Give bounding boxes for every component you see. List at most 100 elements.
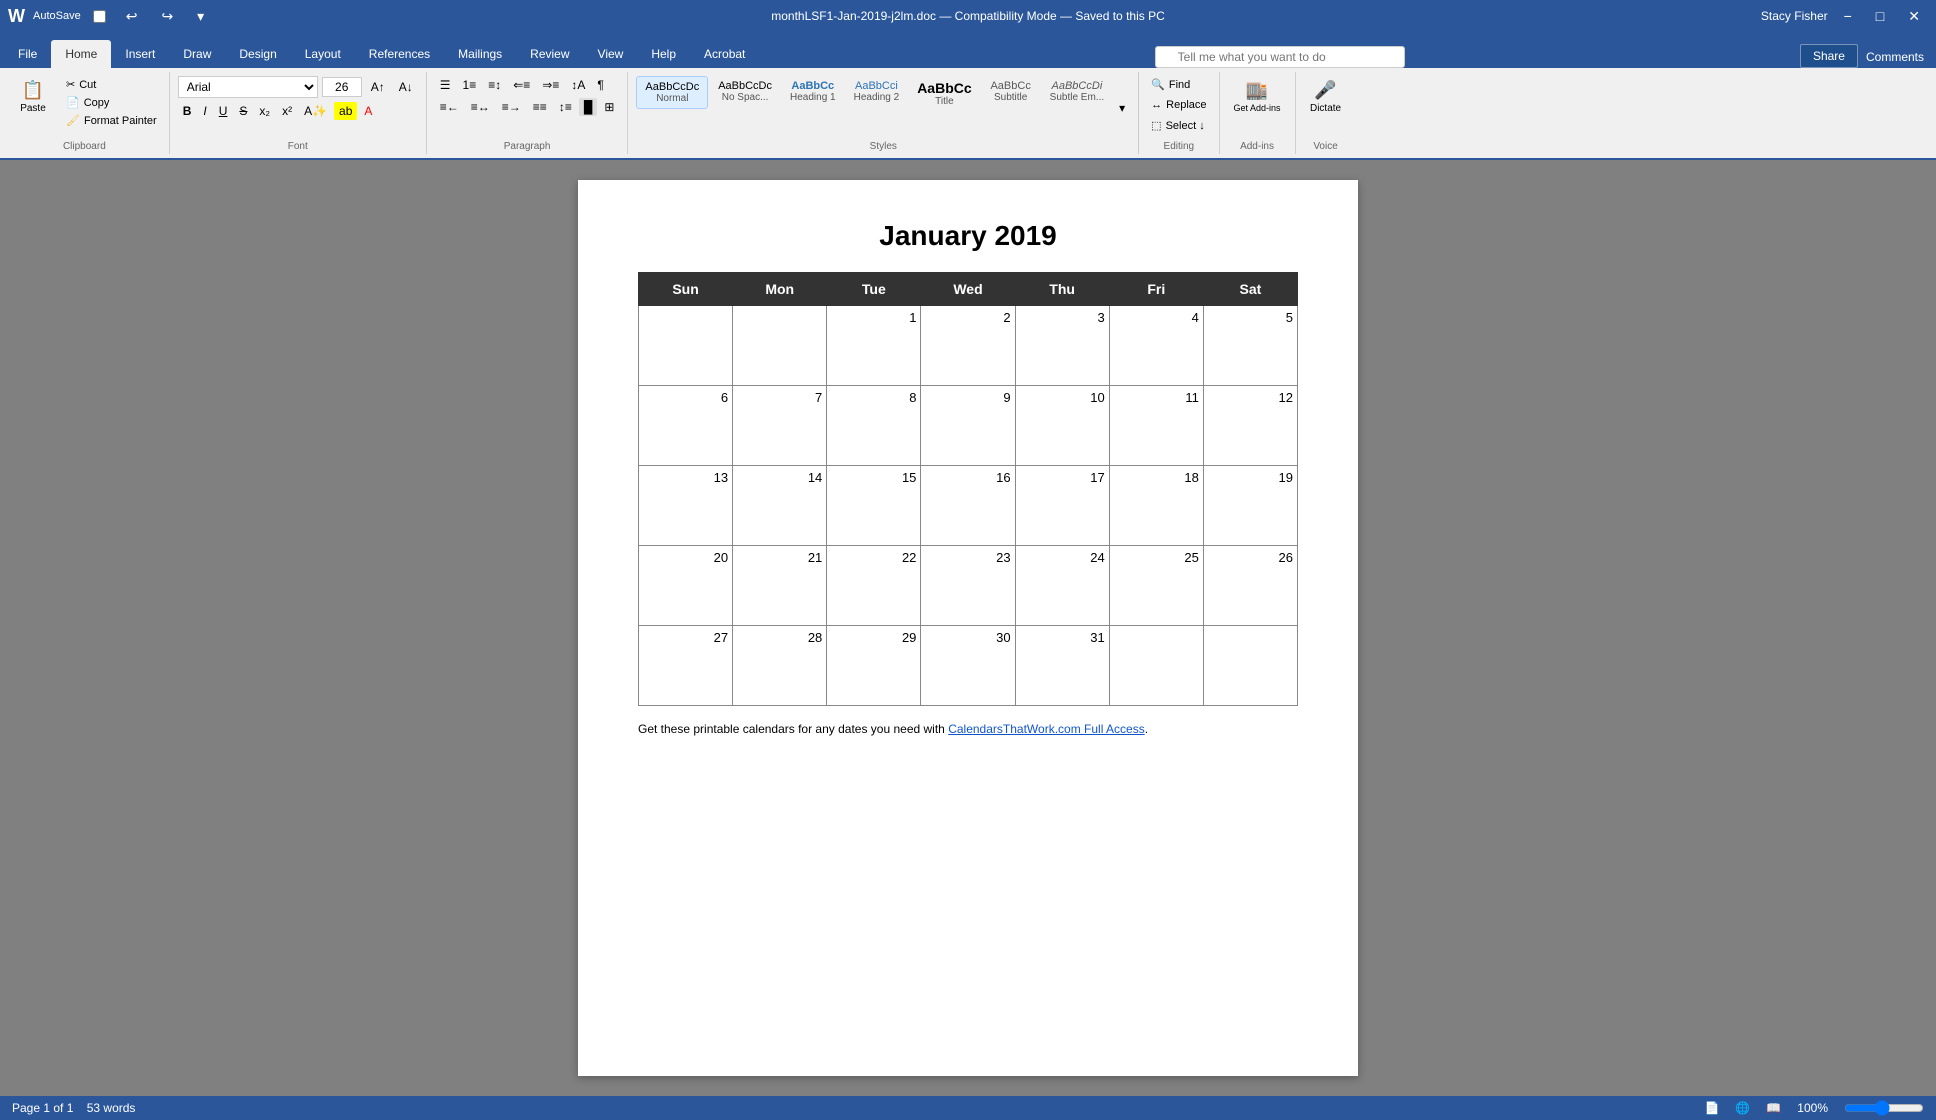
redo-btn[interactable]: ↪ (153, 4, 181, 29)
style-heading1[interactable]: AaBbCc Heading 1 (782, 76, 844, 107)
calendar-cell: 15 (827, 466, 921, 546)
restore-btn[interactable]: □ (1868, 4, 1892, 28)
calendar-cell: 17 (1015, 466, 1109, 546)
numbering-button[interactable]: 1≡ (458, 76, 482, 94)
select-button[interactable]: ⬚ Select ↓ (1147, 117, 1209, 134)
paste-icon: 📋 (22, 80, 44, 101)
increase-font-btn[interactable]: A↑ (366, 78, 390, 96)
calendar-table: Sun Mon Tue Wed Thu Fri Sat 123456789101… (638, 272, 1298, 706)
sort-button[interactable]: ↕A (566, 76, 590, 94)
minimize-btn[interactable]: − (1836, 4, 1860, 28)
style-normal[interactable]: AaBbCcDc Normal (636, 76, 708, 109)
user-name: Stacy Fisher (1761, 9, 1828, 23)
calendar-cell: 31 (1015, 626, 1109, 706)
calendar-cell: 14 (733, 466, 827, 546)
superscript-button[interactable]: x² (277, 102, 297, 120)
align-center-button[interactable]: ≡↔ (466, 98, 495, 116)
ribbon-content: 📋 Paste ✂ Cut 📄 Copy 🖌 Format Painter (0, 68, 1936, 158)
cut-button[interactable]: ✂ Cut (62, 76, 161, 93)
styles-label: Styles (870, 139, 897, 154)
shading-button[interactable]: █ (579, 98, 598, 116)
italic-button[interactable]: I (198, 102, 211, 120)
styles-group: AaBbCcDc Normal AaBbCcDc No Spac... AaBb… (628, 72, 1139, 154)
tab-view[interactable]: View (584, 40, 638, 68)
increase-indent-button[interactable]: ⇒≡ (537, 76, 564, 94)
paste-button[interactable]: 📋 Paste (8, 76, 58, 118)
tab-layout[interactable]: Layout (291, 40, 355, 68)
calendar-cell (1203, 626, 1297, 706)
cut-icon: ✂ (66, 78, 75, 91)
align-right-button[interactable]: ≡→ (497, 98, 526, 116)
autosave-toggle[interactable] (93, 10, 106, 23)
tab-references[interactable]: References (355, 40, 444, 68)
undo-btn[interactable]: ↩ (118, 4, 146, 29)
decrease-font-btn[interactable]: A↓ (394, 78, 418, 96)
voice-label: Voice (1313, 139, 1337, 154)
font-color-button[interactable]: A (359, 102, 377, 120)
close-btn[interactable]: ✕ (1900, 4, 1928, 29)
calendar-cell: 22 (827, 546, 921, 626)
customize-btn[interactable]: ▾ (189, 4, 212, 29)
style-heading2[interactable]: AaBbCci Heading 2 (846, 76, 908, 107)
replace-icon: ↔ (1151, 99, 1162, 111)
dictate-button[interactable]: 🎤 Dictate (1304, 76, 1347, 118)
footer-link[interactable]: CalendarsThatWork.com Full Access (948, 722, 1145, 736)
paragraph-label: Paragraph (504, 139, 551, 154)
replace-button[interactable]: ↔ Replace (1147, 97, 1210, 113)
find-button[interactable]: 🔍 Find (1147, 76, 1194, 93)
get-addins-button[interactable]: 🏬 Get Add-ins (1228, 76, 1287, 117)
bold-button[interactable]: B (178, 102, 197, 120)
tab-mailings[interactable]: Mailings (444, 40, 516, 68)
tab-insert[interactable]: Insert (111, 40, 169, 68)
tab-help[interactable]: Help (637, 40, 690, 68)
underline-button[interactable]: U (214, 102, 233, 120)
view-print-icon[interactable]: 📄 (1704, 1101, 1719, 1115)
tab-home[interactable]: Home (51, 40, 111, 68)
tab-file[interactable]: File (4, 40, 51, 68)
calendar-title: January 2019 (638, 220, 1298, 252)
zoom-slider[interactable] (1844, 1100, 1924, 1116)
multilevel-list-button[interactable]: ≡↕ (483, 76, 506, 94)
col-thu: Thu (1015, 273, 1109, 306)
clipboard-small-btns: ✂ Cut 📄 Copy 🖌 Format Painter (62, 76, 161, 129)
subscript-button[interactable]: x₂ (254, 102, 275, 120)
font-size-input[interactable] (322, 77, 362, 97)
format-painter-button[interactable]: 🖌 Format Painter (62, 112, 161, 129)
styles-expand-button[interactable]: ▾ (1114, 99, 1130, 117)
show-formatting-button[interactable]: ¶ (592, 76, 608, 94)
line-spacing-button[interactable]: ↕≡ (554, 98, 577, 116)
footer-note: Get these printable calendars for any da… (638, 722, 1298, 736)
tab-acrobat[interactable]: Acrobat (690, 40, 759, 68)
text-highlight-button[interactable]: ab (334, 102, 357, 120)
style-no-spacing[interactable]: AaBbCcDc No Spac... (710, 76, 780, 107)
borders-button[interactable]: ⊞ (599, 98, 619, 116)
style-subtitle[interactable]: AaBbCc Subtitle (982, 76, 1040, 107)
search-input[interactable] (1155, 46, 1405, 68)
calendar-cell: 21 (733, 546, 827, 626)
bullets-button[interactable]: ☰ (435, 76, 456, 94)
calendar-cell: 6 (639, 386, 733, 466)
tab-design[interactable]: Design (225, 40, 290, 68)
decrease-indent-button[interactable]: ⇐≡ (508, 76, 535, 94)
share-button[interactable]: Share (1800, 44, 1858, 68)
view-web-icon[interactable]: 🌐 (1735, 1101, 1750, 1115)
calendar-cell: 12 (1203, 386, 1297, 466)
style-title[interactable]: AaBbCc Title (909, 76, 979, 111)
align-left-button[interactable]: ≡← (435, 98, 464, 116)
tab-review[interactable]: Review (516, 40, 583, 68)
font-family-select[interactable]: Arial (178, 76, 318, 98)
comments-button[interactable]: Comments (1858, 46, 1932, 68)
justify-button[interactable]: ≡≡ (528, 98, 552, 116)
calendar-cell: 29 (827, 626, 921, 706)
calendar-week-0: 12345 (639, 306, 1298, 386)
text-effects-button[interactable]: A✨ (299, 102, 332, 120)
font-group: Arial A↑ A↓ B I U S x₂ x² A✨ ab A (170, 72, 427, 154)
strikethrough-button[interactable]: S (234, 102, 252, 120)
paragraph-group: ☰ 1≡ ≡↕ ⇐≡ ⇒≡ ↕A ¶ ≡← ≡↔ ≡→ ≡≡ ↕≡ █ ⊞ (427, 72, 629, 154)
style-subtle-em[interactable]: AaBbCcDi Subtle Em... (1042, 76, 1112, 107)
clipboard-group: 📋 Paste ✂ Cut 📄 Copy 🖌 Format Painter (0, 72, 170, 154)
view-read-icon[interactable]: 📖 (1766, 1101, 1781, 1115)
tab-draw[interactable]: Draw (169, 40, 225, 68)
copy-button[interactable]: 📄 Copy (62, 94, 161, 111)
calendar-cell (639, 306, 733, 386)
